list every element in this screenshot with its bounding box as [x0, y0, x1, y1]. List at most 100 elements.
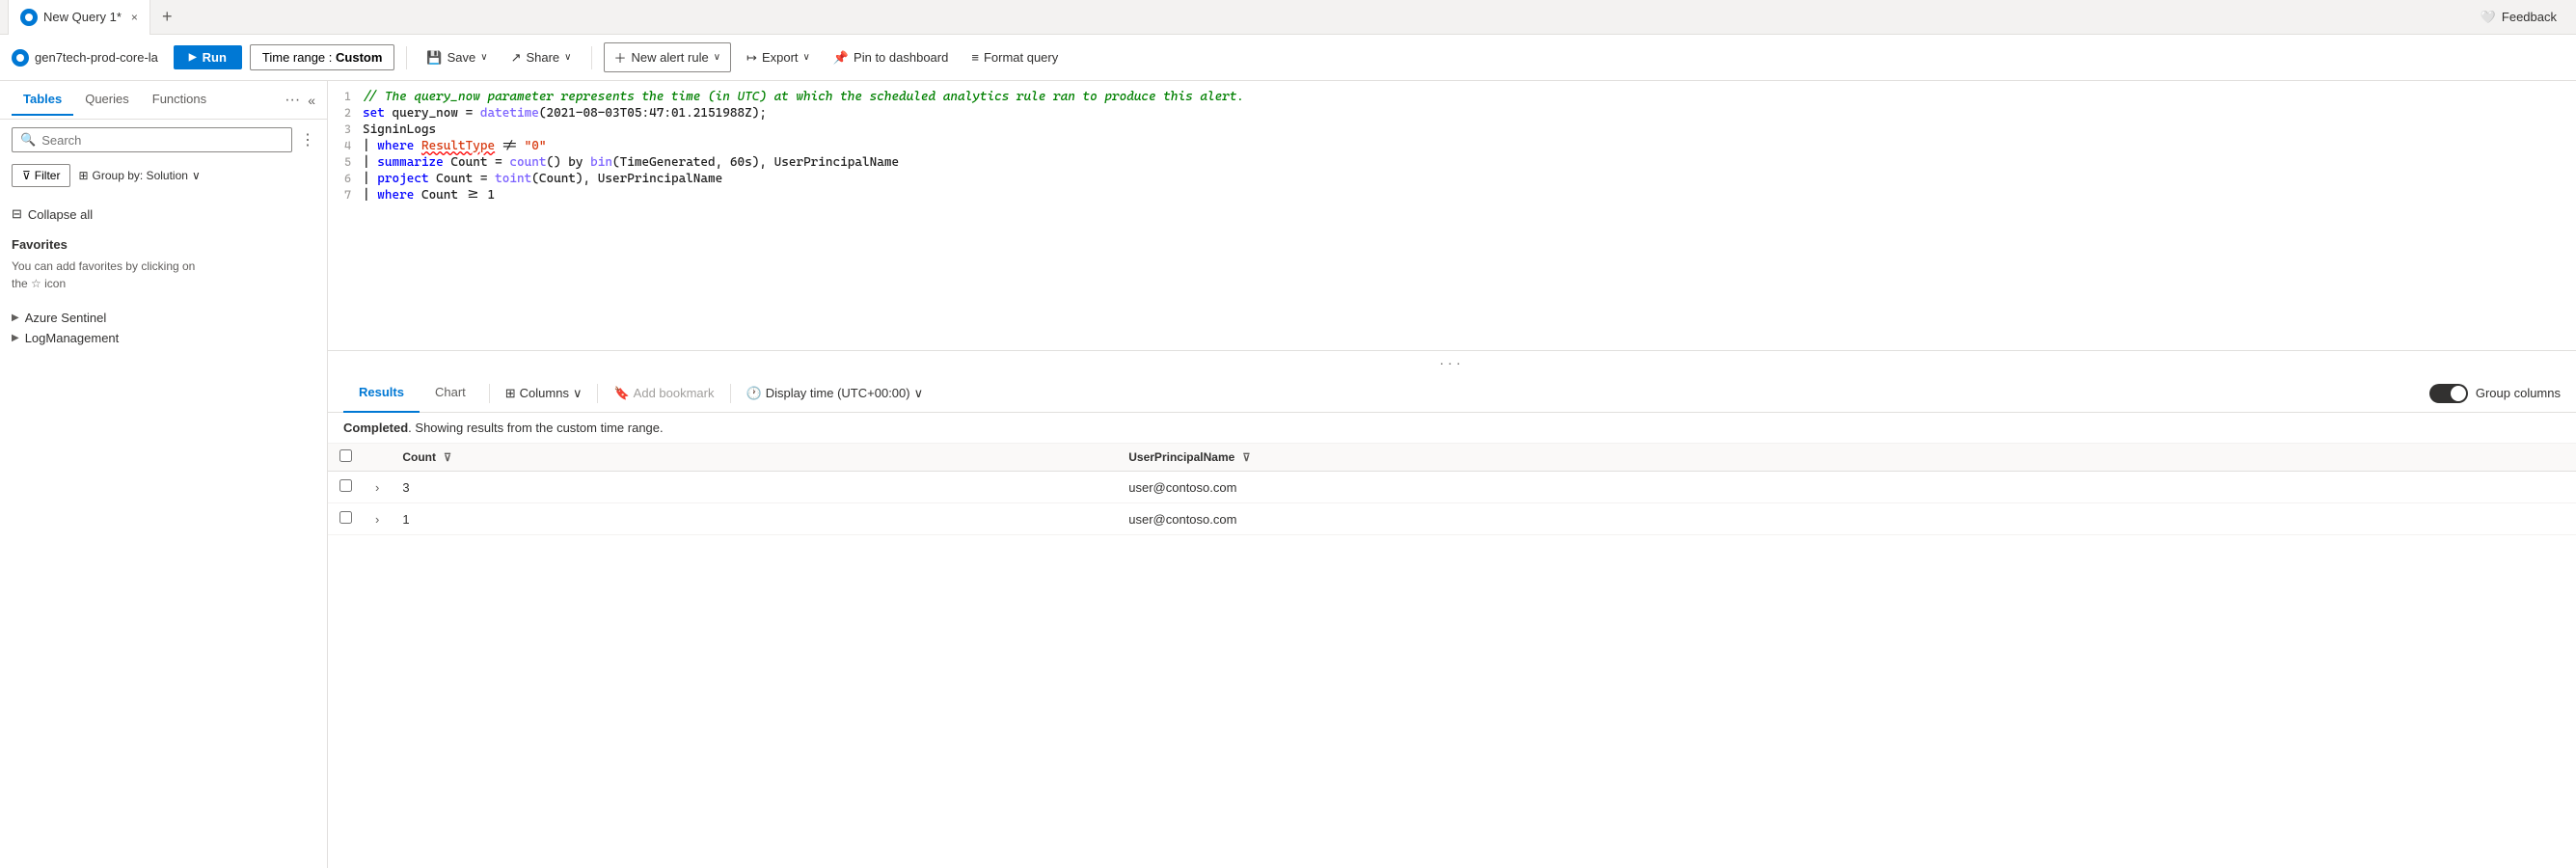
time-range-button[interactable]: Time range : Custom — [250, 44, 395, 70]
new-alert-button[interactable]: ＋ New alert rule ∨ — [604, 42, 732, 72]
sidebar-filter-row: ⊽ Filter ⊞ Group by: Solution ∨ — [0, 160, 327, 195]
save-button[interactable]: 💾 Save ∨ — [419, 45, 495, 70]
tab-close-button[interactable]: × — [131, 11, 138, 24]
row-checkbox[interactable] — [339, 479, 352, 492]
sidebar-tab-functions[interactable]: Functions — [141, 84, 218, 116]
sidebar-collapse-button[interactable]: « — [308, 93, 315, 108]
search-icon: 🔍 — [20, 132, 36, 148]
feedback-label: Feedback — [2502, 10, 2557, 24]
td-checkbox-1[interactable] — [328, 472, 364, 503]
results-tab-separator-3 — [730, 384, 731, 403]
display-time-label: Display time (UTC+00:00) — [766, 386, 910, 400]
editor-line-1: 1 // The query_now parameter represents … — [328, 89, 2576, 105]
th-count: Count ⊽ — [391, 444, 1117, 472]
results-status: Completed. Showing results from the cust… — [328, 413, 2576, 444]
editor-line-4: 4 | where ResultType != "0" — [328, 138, 2576, 154]
sidebar-tab-tables[interactable]: Tables — [12, 84, 73, 116]
run-button[interactable]: ▶ Run — [174, 45, 242, 69]
display-time-button[interactable]: 🕐 Display time (UTC+00:00) ∨ — [739, 386, 932, 401]
export-label: Export — [762, 50, 799, 65]
feedback-button[interactable]: 🤍 Feedback — [2469, 10, 2568, 25]
new-tab-button[interactable]: + — [154, 3, 180, 31]
line-number: 3 — [328, 122, 363, 136]
search-box[interactable]: 🔍 — [12, 127, 292, 152]
td-count-1: 3 — [391, 472, 1117, 503]
td-expand-2[interactable]: › — [364, 503, 391, 535]
favorites-body: You can add favorites by clicking onthe … — [12, 258, 315, 292]
workspace-label: gen7tech-prod-core-la — [12, 49, 158, 67]
sidebar: Tables Queries Functions ··· « 🔍 ⋮ ⊽ Fil… — [0, 81, 328, 868]
editor-line-2: 2 set query_now = datetime(2021-08-03T05… — [328, 105, 2576, 122]
line-content: set query_now = datetime(2021-08-03T05:4… — [363, 106, 767, 121]
columns-icon: ⊞ — [505, 386, 516, 401]
sidebar-more-button[interactable]: ··· — [285, 92, 300, 109]
group-by-button[interactable]: ⊞ Group by: Solution ∨ — [78, 169, 200, 182]
filter-label: Filter — [35, 169, 61, 182]
tree-item-label: Azure Sentinel — [25, 311, 107, 325]
tree-item-azure-sentinel[interactable]: ▶ Azure Sentinel — [12, 308, 315, 328]
editor-line-7: 7 | where Count >= 1 — [328, 187, 2576, 203]
code-editor[interactable]: 1 // The query_now parameter represents … — [328, 81, 2576, 351]
columns-chevron-icon: ∨ — [573, 386, 583, 401]
collapse-all-label: Collapse all — [28, 207, 93, 222]
line-number: 2 — [328, 106, 363, 120]
add-bookmark-button[interactable]: 🔖 Add bookmark — [606, 386, 721, 401]
th-select-all[interactable] — [328, 444, 364, 472]
toolbar-separator-1 — [406, 46, 407, 69]
columns-button[interactable]: ⊞ Columns ∨ — [498, 386, 590, 401]
results-tab-results[interactable]: Results — [343, 374, 420, 413]
toolbar-separator-2 — [591, 46, 592, 69]
workspace-icon — [12, 49, 29, 67]
group-columns-toggle[interactable] — [2429, 384, 2468, 403]
panel-resize-handle[interactable]: ··· — [328, 351, 2576, 374]
query-tab[interactable]: New Query 1* × — [8, 0, 150, 35]
pin-label: Pin to dashboard — [854, 50, 948, 65]
count-filter-icon[interactable]: ⊽ — [444, 451, 451, 464]
th-user-principal-name: UserPrincipalName ⊽ — [1117, 444, 2576, 472]
tree-item-label: LogManagement — [25, 331, 120, 345]
results-panel: ··· Results Chart ⊞ Columns ∨ 🔖 Add book… — [328, 351, 2576, 868]
share-icon: ↗ — [511, 50, 522, 66]
content-area: 1 // The query_now parameter represents … — [328, 81, 2576, 868]
sidebar-search-row: 🔍 ⋮ — [0, 120, 327, 160]
results-tab-bar: Results Chart ⊞ Columns ∨ 🔖 Add bookmark… — [328, 374, 2576, 413]
search-input[interactable] — [41, 133, 284, 148]
share-button[interactable]: ↗ Share ∨ — [503, 45, 580, 70]
add-bookmark-label: Add bookmark — [634, 386, 715, 400]
editor-line-3: 3 SigninLogs — [328, 122, 2576, 138]
line-content: // The query_now parameter represents th… — [363, 90, 1244, 104]
format-label: Format query — [984, 50, 1058, 65]
sidebar-tab-queries[interactable]: Queries — [73, 84, 141, 116]
collapse-all-button[interactable]: ⊟ Collapse all — [12, 203, 93, 226]
td-checkbox-2[interactable] — [328, 503, 364, 535]
save-chevron-icon: ∨ — [480, 52, 487, 63]
toggle-knob — [2451, 386, 2466, 401]
line-content: SigninLogs — [363, 122, 436, 137]
table-row: › 3 user@contoso.com — [328, 472, 2576, 503]
upn-filter-icon[interactable]: ⊽ — [1242, 451, 1250, 464]
results-tab-chart[interactable]: Chart — [420, 374, 481, 413]
select-all-checkbox[interactable] — [339, 449, 352, 462]
format-query-button[interactable]: ≡ Format query — [963, 45, 1066, 69]
row-checkbox[interactable] — [339, 511, 352, 524]
pin-to-dashboard-button[interactable]: 📌 Pin to dashboard — [826, 45, 956, 70]
filter-button[interactable]: ⊽ Filter — [12, 164, 70, 187]
workspace-name: gen7tech-prod-core-la — [35, 50, 158, 65]
tree-item-log-management[interactable]: ▶ LogManagement — [12, 328, 315, 348]
td-upn-2: user@contoso.com — [1117, 503, 2576, 535]
search-more-button[interactable]: ⋮ — [300, 130, 315, 149]
line-number: 5 — [328, 155, 363, 169]
line-number: 4 — [328, 139, 363, 152]
export-chevron-icon: ∨ — [803, 52, 810, 63]
format-icon: ≡ — [971, 50, 979, 65]
td-expand-1[interactable]: › — [364, 472, 391, 503]
tree-arrow-icon: ▶ — [12, 333, 19, 343]
export-button[interactable]: ↦ Export ∨ — [739, 45, 818, 70]
editor-line-5: 5 | summarize Count = count() by bin(Tim… — [328, 154, 2576, 171]
results-table: Count ⊽ UserPrincipalName ⊽ — [328, 444, 2576, 535]
line-content: | where Count >= 1 — [363, 188, 495, 203]
results-tab-separator — [489, 384, 490, 403]
tab-title: New Query 1* — [43, 10, 122, 24]
group-icon: ⊞ — [78, 169, 88, 182]
line-number: 6 — [328, 172, 363, 185]
